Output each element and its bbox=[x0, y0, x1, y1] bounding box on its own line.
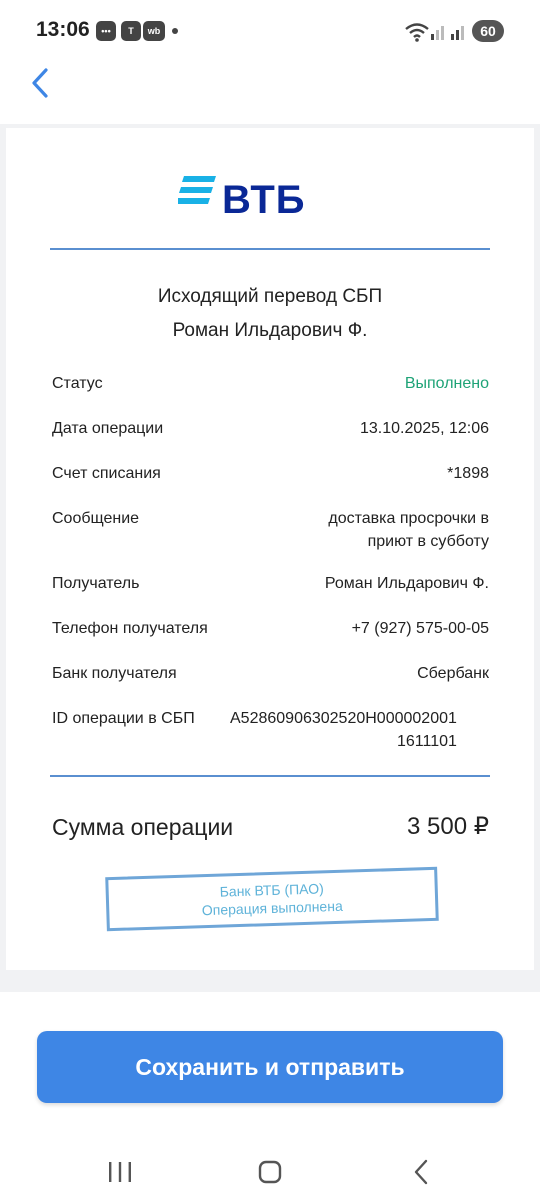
t-app-icon: T bbox=[121, 21, 141, 41]
more-notifications-dot-icon bbox=[172, 28, 178, 34]
receipt-title: Исходящий перевод СБП bbox=[157, 286, 383, 307]
save-and-send-button[interactable]: Сохранить и отправить bbox=[37, 1031, 503, 1103]
divider-top bbox=[50, 248, 490, 250]
sbp-id-value-line: A52860906302520H000002001 bbox=[230, 710, 457, 727]
sbp-id-label: ID операции в СБП bbox=[52, 710, 195, 727]
signal-icon-2 bbox=[451, 26, 464, 40]
vtb-stripes-icon bbox=[178, 176, 216, 204]
battery-icon: 60 bbox=[472, 20, 504, 42]
message-value-line: приют в субботу bbox=[367, 533, 489, 550]
recent-apps-icon bbox=[109, 1162, 131, 1182]
message-label: Сообщение bbox=[52, 510, 140, 527]
divider-bottom bbox=[50, 775, 490, 777]
recipient-phone-label: Телефон получателя bbox=[52, 620, 208, 637]
recipient-bank-label: Банк получателя bbox=[52, 665, 177, 682]
wb-app-icon: wb bbox=[143, 21, 165, 41]
recipient-bank-value: Сбербанк bbox=[417, 665, 489, 682]
status-bar: 13:06 ••• T wb 60 bbox=[0, 0, 540, 60]
bank-stamp: Банк ВТБ (ПАО) Операция выполнена bbox=[105, 866, 439, 932]
status-value: Выполнено bbox=[404, 375, 489, 392]
date-value: 13.10.2025, 12:06 bbox=[359, 420, 489, 437]
status-label: Статус bbox=[52, 375, 103, 392]
home-button[interactable] bbox=[250, 1152, 290, 1192]
sbp-id-value-line: 1611101 bbox=[396, 733, 457, 750]
bank-logo: ВТБ bbox=[178, 168, 318, 224]
chevron-left-icon bbox=[32, 68, 48, 98]
account-label: Счет списания bbox=[52, 465, 161, 482]
chat-bubble-icon: ••• bbox=[96, 21, 116, 41]
receipt-card: ВТБ Исходящий перевод СБП Роман Ильдаров… bbox=[6, 128, 534, 970]
date-label: Дата операции bbox=[52, 420, 164, 437]
recipient-label: Получатель bbox=[52, 575, 140, 592]
sum-label: Сумма операции bbox=[52, 814, 234, 840]
message-value: доставка просрочки в приют в субботу bbox=[328, 507, 489, 553]
home-icon bbox=[258, 1160, 282, 1184]
system-back-button[interactable] bbox=[402, 1152, 442, 1192]
sbp-id-value: A52860906302520H000002001 1611101 bbox=[230, 707, 457, 753]
recipient-heading: Роман Ильдарович Ф. bbox=[172, 320, 368, 341]
recipient-value: Роман Ильдарович Ф. bbox=[324, 575, 489, 592]
status-time: 13:06 bbox=[36, 18, 90, 41]
wifi-icon bbox=[405, 23, 429, 42]
chevron-left-icon bbox=[414, 1159, 428, 1185]
signal-icon-1 bbox=[431, 26, 444, 40]
back-button[interactable] bbox=[24, 64, 60, 102]
account-value: *1898 bbox=[447, 465, 489, 482]
recent-apps-button[interactable] bbox=[100, 1152, 140, 1192]
system-navigation-bar bbox=[0, 1140, 540, 1200]
sum-value: 3 500 ₽ bbox=[407, 813, 489, 840]
recipient-phone-value: +7 (927) 575-00-05 bbox=[351, 620, 489, 637]
message-value-line: доставка просрочки в bbox=[328, 510, 489, 527]
bank-logo-text: ВТБ bbox=[222, 178, 306, 222]
